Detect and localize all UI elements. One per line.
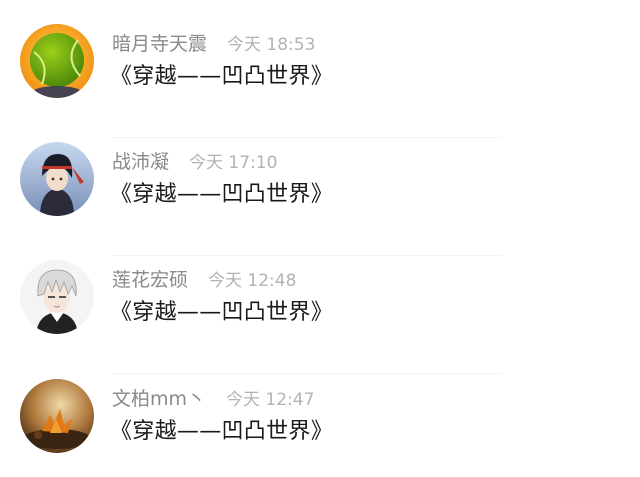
list-item[interactable]: 战沛凝 今天 17:10 《穿越——凹凸世界》 <box>0 142 640 260</box>
user-name[interactable]: 战沛凝 <box>112 147 169 174</box>
comment-meta: 莲花宏硕 今天 12:48 <box>112 264 296 292</box>
comment-meta: 战沛凝 今天 17:10 <box>112 146 277 174</box>
avatar-image <box>20 24 94 98</box>
comment-meta: 文柏mm丶 今天 12:47 <box>112 383 314 411</box>
comment-meta: 暗月寺天震 今天 18:53 <box>112 28 315 56</box>
divider <box>112 255 502 256</box>
user-name[interactable]: 暗月寺天震 <box>112 29 207 56</box>
avatar-image <box>20 379 94 453</box>
story-title[interactable]: 《穿越——凹凸世界》 <box>110 413 333 445</box>
avatar-image <box>20 142 94 216</box>
anime-character-avatar-icon[interactable] <box>20 142 94 216</box>
list-item[interactable]: 莲花宏硕 今天 12:48 《穿越——凹凸世界》 <box>0 260 640 378</box>
comment-feed: 暗月寺天震 今天 18:53 《穿越——凹凸世界》 战沛凝 今天 17:10 《… <box>0 0 640 477</box>
avatar-image <box>20 260 94 334</box>
timestamp: 今天 12:48 <box>208 270 297 291</box>
timestamp: 今天 18:53 <box>227 34 316 55</box>
divider <box>112 373 502 374</box>
story-title[interactable]: 《穿越——凹凸世界》 <box>110 58 333 90</box>
user-name[interactable]: 文柏mm丶 <box>112 384 206 411</box>
tennis-ball-avatar-icon[interactable] <box>20 24 94 98</box>
list-item[interactable]: 暗月寺天震 今天 18:53 《穿越——凹凸世界》 <box>0 24 640 142</box>
timestamp: 今天 12:47 <box>226 389 315 410</box>
list-item[interactable]: 文柏mm丶 今天 12:47 《穿越——凹凸世界》 <box>0 379 640 477</box>
story-title[interactable]: 《穿越——凹凸世界》 <box>110 176 333 208</box>
autumn-leaf-avatar-icon[interactable] <box>20 379 94 453</box>
timestamp: 今天 17:10 <box>189 152 278 173</box>
divider <box>112 137 502 138</box>
story-title[interactable]: 《穿越——凹凸世界》 <box>110 294 333 326</box>
user-name[interactable]: 莲花宏硕 <box>112 265 188 292</box>
anime-silver-hair-avatar-icon[interactable] <box>20 260 94 334</box>
